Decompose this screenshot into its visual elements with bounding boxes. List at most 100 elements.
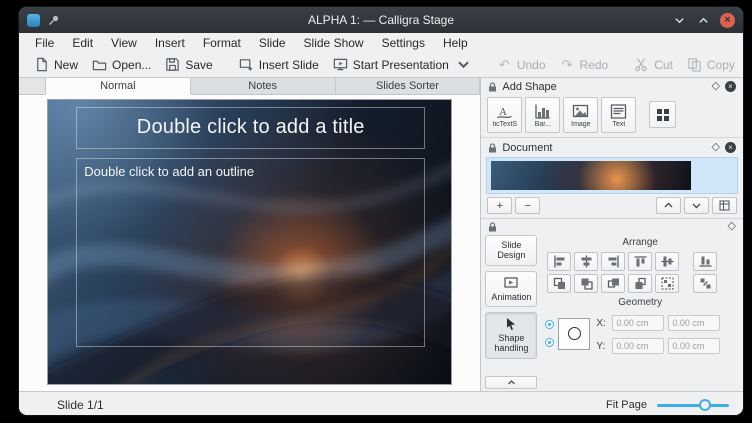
copy-button: Copy (680, 55, 742, 74)
align-top-button[interactable] (628, 252, 652, 271)
undo-button: ↶ Undo (490, 55, 553, 74)
send-to-back-button[interactable] (628, 274, 652, 293)
zoom-slider-handle[interactable] (699, 399, 711, 411)
float-docker-icon[interactable]: ◇ (728, 221, 736, 232)
slide[interactable]: Double click to add a title Double click… (47, 99, 452, 385)
lock-icon[interactable] (488, 222, 497, 232)
titlebar[interactable]: ALPHA 1: — Calligra Stage × (19, 7, 743, 33)
main-content: Normal Notes Slides Sorter Double click … (19, 78, 743, 391)
start-presentation-button[interactable]: Start Presentation (326, 55, 478, 74)
text-icon (610, 103, 627, 120)
cut-icon (634, 57, 649, 72)
add-shape-content: A ticTextS Bar... Image Text (481, 95, 743, 136)
save-button[interactable]: Save (158, 55, 219, 74)
open-button[interactable]: Open... (85, 55, 158, 74)
anchor-preview[interactable] (558, 318, 590, 350)
move-slide-up-button[interactable] (656, 197, 681, 214)
shade-icon[interactable] (672, 13, 686, 27)
arrange-row-2 (547, 274, 739, 293)
view-tabbar: Normal Notes Slides Sorter (19, 78, 480, 95)
x-label: X: (596, 318, 608, 329)
animation-icon (504, 276, 518, 290)
text-shape-button[interactable]: Text (601, 97, 636, 133)
tab-slide-design[interactable]: Slide Design (485, 235, 537, 266)
slide-thumbnail-list[interactable] (486, 157, 738, 194)
redo-icon: ↷ (560, 57, 575, 72)
align-right-button[interactable] (601, 252, 625, 271)
y-position-field (612, 338, 664, 354)
align-hcenter-button[interactable] (574, 252, 598, 271)
bar-chart-shape-button[interactable]: Bar... (525, 97, 560, 133)
maximize-icon[interactable] (696, 13, 710, 27)
close-docker-icon[interactable]: × (725, 81, 736, 92)
tab-animation[interactable]: Animation (485, 271, 537, 307)
arrange-row-1 (547, 252, 739, 271)
menu-settings[interactable]: Settings (382, 36, 425, 50)
pin-icon[interactable] (48, 14, 60, 26)
tool-options-header: ◇ (481, 220, 743, 233)
undo-icon: ↶ (497, 57, 512, 72)
lower-shape-button[interactable] (574, 274, 598, 293)
position-anchor-widget[interactable] (545, 313, 590, 354)
remove-slide-button[interactable]: − (515, 197, 540, 214)
move-slide-down-button[interactable] (684, 197, 709, 214)
insert-slide-button[interactable]: Insert Slide (232, 55, 326, 74)
docker-separator (481, 137, 743, 138)
x-position-field (612, 315, 664, 331)
menu-format[interactable]: Format (203, 36, 241, 50)
align-left-button[interactable] (547, 252, 571, 271)
scroll-tabs-up-button[interactable] (485, 376, 537, 389)
bring-to-front-button[interactable] (601, 274, 625, 293)
align-vcenter-button[interactable] (655, 252, 679, 271)
ungroup-shapes-button[interactable] (693, 274, 717, 293)
title-placeholder[interactable]: Double click to add a title (76, 107, 425, 148)
tab-notes[interactable]: Notes (191, 78, 336, 94)
new-button[interactable]: New (27, 55, 85, 74)
image-shape-button[interactable]: Image (563, 97, 598, 133)
fit-page-label[interactable]: Fit Page (606, 399, 647, 411)
slide-indicator: Slide 1/1 (57, 398, 104, 412)
paste-button: Paste (742, 55, 744, 74)
docker-separator (481, 218, 743, 219)
group-shapes-button[interactable] (655, 274, 679, 293)
add-slide-button[interactable]: + (487, 197, 512, 214)
document-controls: + − (481, 196, 743, 217)
lock-icon[interactable] (488, 143, 497, 153)
close-button[interactable]: × (720, 13, 735, 28)
chevron-up-icon (663, 200, 674, 211)
lock-icon[interactable] (488, 82, 497, 92)
chevron-down-icon (456, 57, 471, 72)
tab-normal[interactable]: Normal (45, 78, 191, 95)
anchor-radio-bottom-left[interactable] (545, 338, 554, 347)
y-label: Y: (596, 341, 608, 352)
document-header: Document ◇ × (481, 139, 743, 156)
menu-edit[interactable]: Edit (72, 36, 93, 50)
geometry-controls: X: Y: (545, 313, 739, 354)
menu-view[interactable]: View (111, 36, 137, 50)
cut-button: Cut (627, 55, 680, 74)
float-docker-icon[interactable]: ◇ (712, 142, 720, 153)
raise-shape-button[interactable] (547, 274, 571, 293)
menu-slide-show[interactable]: Slide Show (304, 36, 364, 50)
slide-canvas[interactable]: Double click to add a title Double click… (19, 95, 480, 391)
tab-shape-handling[interactable]: Shape handling (485, 312, 537, 359)
shape-collection-icon (656, 108, 670, 122)
close-docker-icon[interactable]: × (725, 142, 736, 153)
float-docker-icon[interactable]: ◇ (712, 81, 720, 92)
align-bottom-button[interactable] (693, 252, 717, 271)
anchor-radio-top-left[interactable] (545, 320, 554, 329)
shape-collections-button[interactable] (649, 101, 676, 128)
menu-help[interactable]: Help (443, 36, 468, 50)
zoom-slider-track[interactable] (657, 404, 729, 407)
view-mode-button[interactable] (712, 197, 737, 214)
tab-slides-sorter[interactable]: Slides Sorter (336, 78, 481, 94)
artistic-text-shape-button[interactable]: A ticTextS (487, 97, 522, 133)
start-presentation-icon (333, 57, 348, 72)
slide-thumbnail[interactable] (491, 161, 691, 190)
zoom-slider[interactable] (657, 398, 729, 412)
menu-file[interactable]: File (35, 36, 54, 50)
menu-slide[interactable]: Slide (259, 36, 286, 50)
menu-insert[interactable]: Insert (155, 36, 185, 50)
menubar: File Edit View Insert Format Slide Slide… (19, 33, 743, 52)
outline-placeholder[interactable]: Double click to add an outline (76, 158, 425, 347)
